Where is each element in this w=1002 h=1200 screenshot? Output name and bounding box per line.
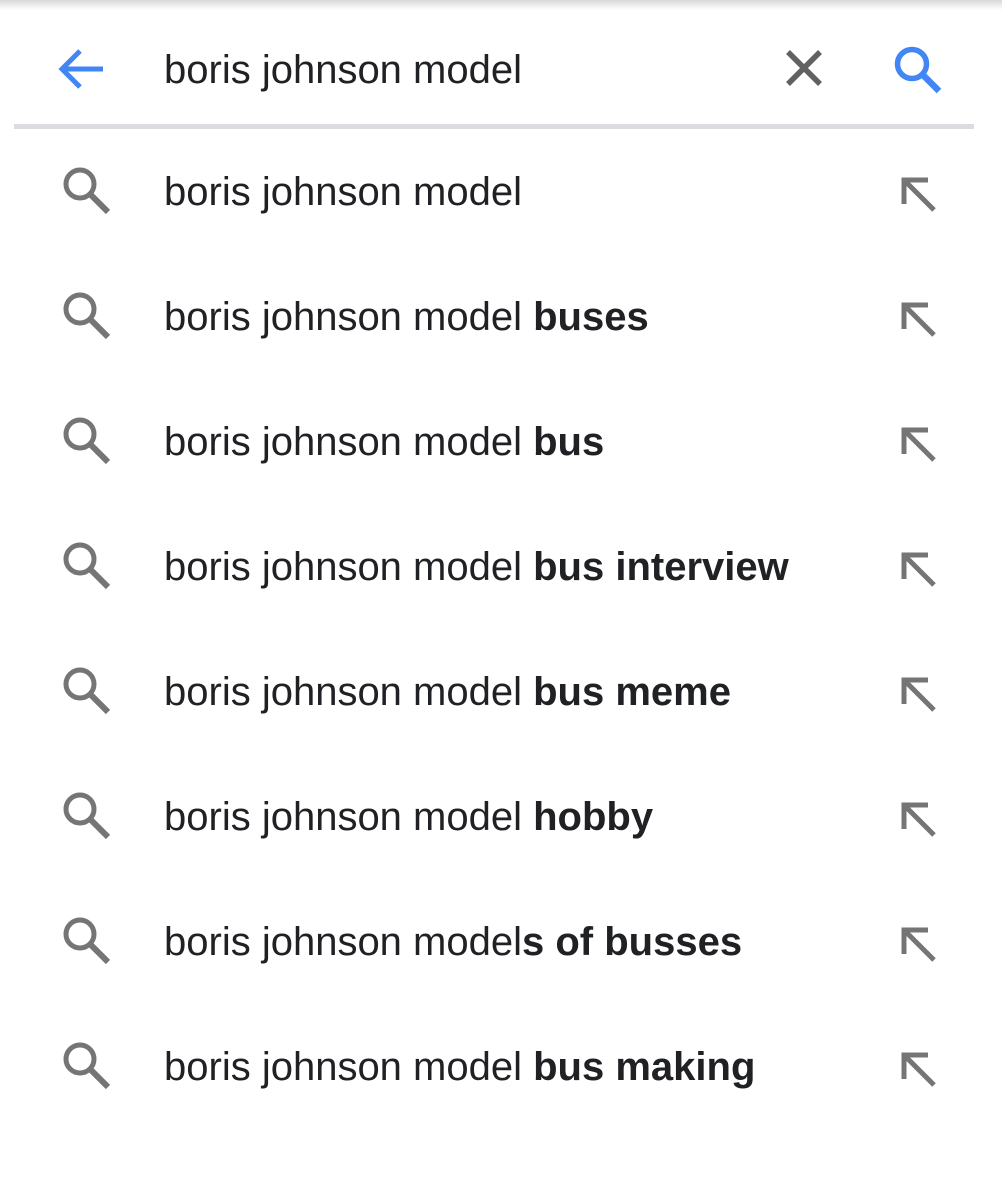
search-icon: [58, 412, 120, 474]
search-icon: [58, 787, 120, 849]
suggestion-prefix: boris johnson model: [164, 420, 534, 464]
suggestion-completion: hobby: [533, 795, 654, 839]
fill-query-button[interactable]: [892, 168, 944, 220]
suggestion-completion: bus: [533, 420, 605, 464]
suggestion-item[interactable]: boris johnson models of busses: [0, 880, 1002, 1005]
suggestion-completion: buses: [533, 295, 649, 339]
arrow-up-left-icon: [901, 427, 936, 462]
search-icon: [58, 287, 120, 349]
search-bar: [0, 10, 1002, 128]
suggestion-prefix: boris johnson model: [164, 170, 522, 214]
suggestion-prefix: boris johnson model: [164, 545, 534, 589]
clear-button[interactable]: [770, 34, 838, 102]
close-icon: [786, 50, 822, 86]
suggestion-prefix: boris johnson model: [164, 795, 534, 839]
arrow-up-left-icon: [901, 1052, 936, 1087]
search-icon: [894, 46, 942, 94]
suggestion-text: boris johnson model hobby: [164, 791, 653, 843]
fill-query-button[interactable]: [892, 418, 944, 470]
suggestion-prefix: boris johnson model: [164, 670, 534, 714]
suggestion-item[interactable]: boris johnson model bus interview: [0, 505, 1002, 630]
suggestion-completion: bus meme: [533, 670, 731, 714]
suggestion-completion: s of busses: [522, 920, 743, 964]
suggestion-item[interactable]: boris johnson model: [0, 130, 1002, 255]
suggestion-prefix: boris johnson model: [164, 295, 534, 339]
arrow-up-left-icon: [901, 552, 936, 587]
back-button[interactable]: [44, 32, 118, 106]
search-divider: [14, 124, 974, 129]
suggestion-item[interactable]: boris johnson model bus making: [0, 1005, 1002, 1130]
suggestion-item[interactable]: boris johnson model bus: [0, 380, 1002, 505]
search-submit-button[interactable]: [882, 34, 954, 106]
suggestion-text: boris johnson model: [164, 166, 522, 218]
suggestion-text: boris johnson model bus interview: [164, 541, 789, 593]
search-icon: [58, 1037, 120, 1099]
arrow-up-left-icon: [901, 177, 936, 212]
fill-query-button[interactable]: [892, 793, 944, 845]
suggestion-text: boris johnson models of busses: [164, 916, 742, 968]
arrow-up-left-icon: [901, 802, 936, 837]
fill-query-button[interactable]: [892, 668, 944, 720]
search-input[interactable]: [164, 40, 754, 100]
suggestion-text: boris johnson model bus: [164, 416, 604, 468]
suggestion-prefix: boris johnson model: [164, 1045, 534, 1089]
suggestion-item[interactable]: boris johnson model buses: [0, 255, 1002, 380]
arrow-up-left-icon: [901, 677, 936, 712]
suggestion-text: boris johnson model buses: [164, 291, 649, 343]
arrow-up-left-icon: [901, 302, 936, 337]
suggestion-prefix: boris johnson model: [164, 920, 522, 964]
suggestion-completion: bus making: [533, 1045, 756, 1089]
fill-query-button[interactable]: [892, 543, 944, 595]
search-icon: [58, 662, 120, 724]
search-icon: [58, 912, 120, 974]
search-icon: [58, 162, 120, 224]
arrow-left-icon: [58, 49, 103, 89]
suggestion-item[interactable]: boris johnson model hobby: [0, 755, 1002, 880]
top-shadow: [0, 0, 1002, 10]
suggestion-list: boris johnson model boris johnson model …: [0, 130, 1002, 1130]
fill-query-button[interactable]: [892, 918, 944, 970]
fill-query-button[interactable]: [892, 293, 944, 345]
suggestion-item[interactable]: boris johnson model bus meme: [0, 630, 1002, 755]
arrow-up-left-icon: [901, 927, 936, 962]
fill-query-button[interactable]: [892, 1043, 944, 1095]
suggestion-text: boris johnson model bus making: [164, 1041, 755, 1093]
suggestion-text: boris johnson model bus meme: [164, 666, 731, 718]
search-icon: [58, 537, 120, 599]
suggestion-completion: bus interview: [533, 545, 789, 589]
